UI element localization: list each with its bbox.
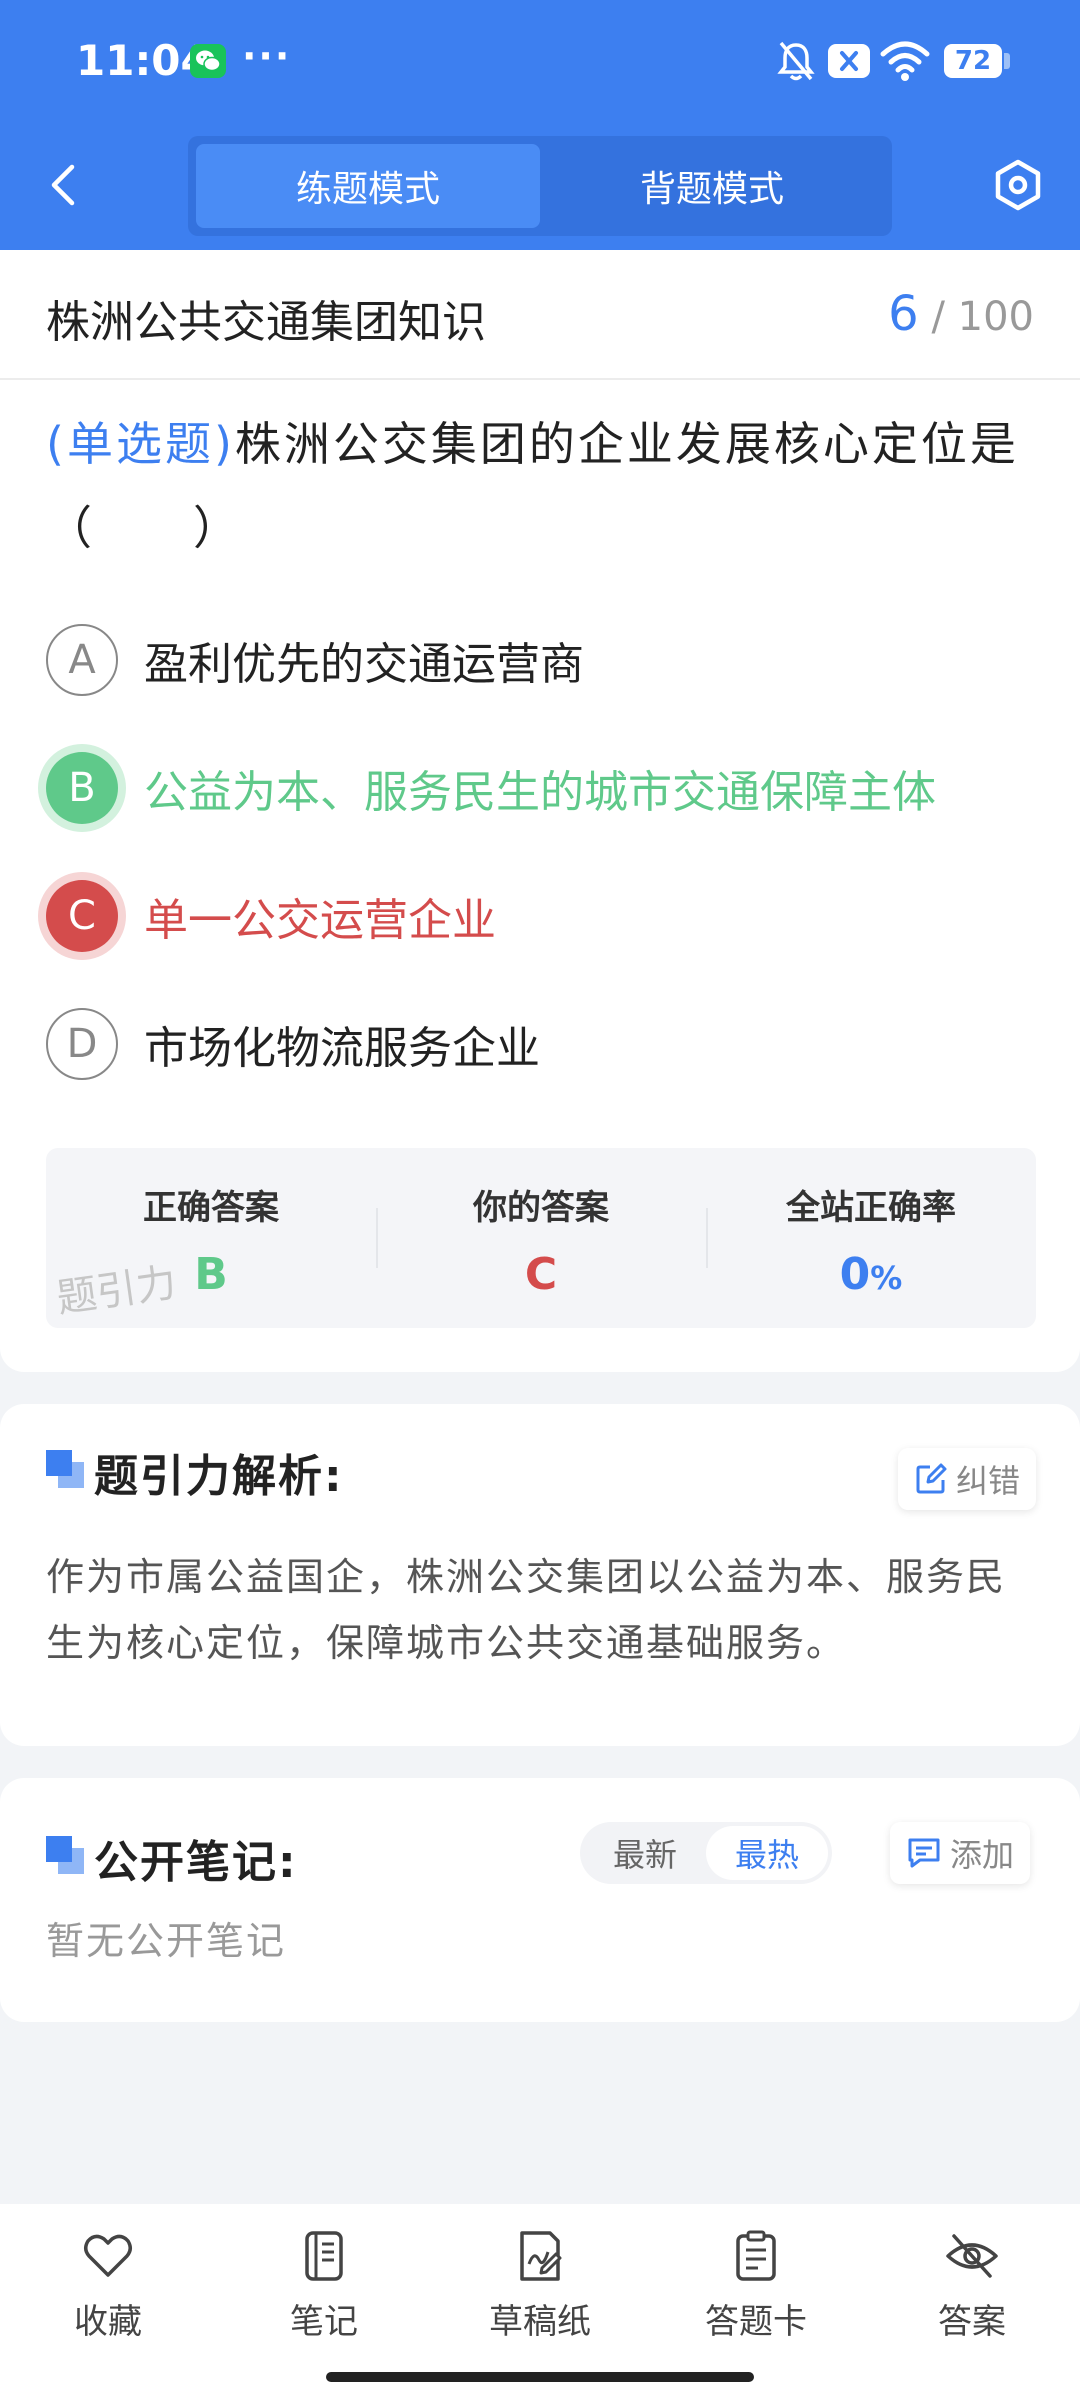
notes-title: 公开笔记: <box>94 1837 298 1888</box>
nav-label: 答题卡 <box>705 2302 807 2342</box>
option-letter: C <box>46 880 118 952</box>
battery-tip <box>1004 53 1010 69</box>
correct-answer-label: 正确答案 <box>143 1188 279 1228</box>
status-bar: 11:04 ··· 72 <box>0 0 1080 125</box>
progress-current: 6 <box>888 286 919 342</box>
home-indicator[interactable] <box>326 2372 754 2382</box>
option-text: 市场化物流服务企业 <box>144 1023 540 1074</box>
notebook-icon <box>305 2231 343 2281</box>
correct-answer: 正确答案 B 题引力 <box>46 1148 376 1328</box>
nav-label: 收藏 <box>74 2302 142 2342</box>
option-letter: D <box>46 1008 118 1080</box>
site-accuracy: 全站正确率 0% <box>706 1148 1036 1328</box>
topic-title: 株洲公共交通集团知识 <box>46 297 486 348</box>
battery-icon: 72 <box>944 44 1002 78</box>
option-d[interactable]: D 市场化物流服务企业 <box>46 1004 1036 1084</box>
heart-icon <box>84 2234 132 2277</box>
bell-off-icon <box>776 40 816 86</box>
sort-hottest[interactable]: 最热 <box>706 1826 828 1880</box>
nav-answer-card[interactable]: 答题卡 <box>648 2204 864 2400</box>
option-b[interactable]: B 公益为本、服务民生的城市交通保障主体 <box>46 748 1036 828</box>
tab-recite-mode[interactable]: 背题模式 <box>540 144 884 228</box>
mode-switch: 练题模式 背题模式 <box>188 136 892 236</box>
close-box-icon <box>828 44 870 78</box>
wechat-icon <box>190 44 226 78</box>
edit-icon <box>916 1463 947 1494</box>
watermark: 题引力 <box>53 1259 180 1323</box>
eye-off-icon <box>946 2234 998 2278</box>
nav-draft-paper[interactable]: 草稿纸 <box>432 2204 648 2400</box>
answer-summary: 正确答案 B 题引力 你的答案 C 全站正确率 0% <box>46 1148 1036 1328</box>
progress-total: 100 <box>957 294 1034 340</box>
site-accuracy-number: 0 <box>839 1249 871 1300</box>
option-a[interactable]: A 盈利优先的交通运营商 <box>46 620 1036 700</box>
nav-label: 笔记 <box>290 2302 358 2342</box>
question-card: 株洲公共交通集团知识 6 / 100 (单选题)株洲公交集团的企业发展核心定位是… <box>0 250 1080 1372</box>
question-type: (单选题) <box>46 417 235 471</box>
report-error-button[interactable]: 纠错 <box>898 1448 1037 1510</box>
nav-favorite[interactable]: 收藏 <box>0 2204 216 2400</box>
section-marker-icon <box>46 1450 84 1488</box>
back-button[interactable] <box>38 155 88 215</box>
add-note-button[interactable]: 添加 <box>890 1822 1031 1884</box>
app-header: 11:04 ··· 72 练题模式 背题模式 <box>0 0 1080 250</box>
wifi-icon <box>880 40 930 86</box>
sort-newest[interactable]: 最新 <box>584 1826 706 1880</box>
chevron-left-icon <box>51 164 75 206</box>
progress-separator: / <box>931 294 945 340</box>
option-text: 单一公交运营企业 <box>144 895 496 946</box>
option-c[interactable]: C 单一公交运营企业 <box>46 876 1036 956</box>
bottom-nav: 收藏 笔记 草稿纸 答题卡 答案 <box>0 2204 1080 2400</box>
notes-sort-toggle: 最新 最热 <box>580 1822 832 1884</box>
correct-answer-value: B <box>194 1249 228 1300</box>
nav-show-answer[interactable]: 答案 <box>864 2204 1080 2400</box>
add-note-label: 添加 <box>950 1836 1015 1874</box>
notes-empty-text: 暂无公开笔记 <box>46 1919 287 1963</box>
answer-card-icon <box>736 2230 776 2281</box>
nav-notes[interactable]: 笔记 <box>216 2204 432 2400</box>
analysis-card: 题引力解析: 纠错 作为市属公益国企，株洲公交集团以公益为本、服务民生为核心定位… <box>0 1404 1080 1746</box>
option-letter: A <box>46 624 118 696</box>
settings-button[interactable] <box>988 155 1048 215</box>
site-accuracy-label: 全站正确率 <box>786 1188 956 1228</box>
comment-icon <box>908 1838 940 1868</box>
tab-practice-mode[interactable]: 练题模式 <box>196 144 540 228</box>
topic-row: 株洲公共交通集团知识 6 / 100 <box>0 250 1080 380</box>
more-notifications-indicator: ··· <box>242 34 292 78</box>
public-notes-card: 公开笔记: 最新 最热 添加 暂无公开笔记 <box>0 1778 1080 2022</box>
site-accuracy-unit: % <box>870 1259 903 1297</box>
option-text: 公益为本、服务民生的城市交通保障主体 <box>144 767 936 818</box>
option-text: 盈利优先的交通运营商 <box>144 639 584 690</box>
draft-paper-icon <box>520 2231 562 2281</box>
site-accuracy-value: 0% <box>840 1249 903 1300</box>
hexagon-settings-icon <box>995 159 1041 211</box>
analysis-text: 作为市属公益国企，株洲公交集团以公益为本、服务民生为核心定位，保障城市公共交通基… <box>46 1555 1007 1665</box>
question-progress[interactable]: 6 / 100 <box>888 286 1034 342</box>
analysis-title: 题引力解析: <box>94 1451 344 1502</box>
your-answer-label: 你的答案 <box>473 1188 609 1228</box>
nav-label: 答案 <box>938 2302 1006 2342</box>
question-text: (单选题)株洲公交集团的企业发展核心定位是（ ） <box>46 402 1036 570</box>
section-marker-icon <box>46 1836 84 1874</box>
report-error-label: 纠错 <box>956 1462 1021 1500</box>
nav-label: 草稿纸 <box>489 2302 591 2342</box>
your-answer: 你的答案 C <box>376 1148 706 1328</box>
your-answer-value: C <box>524 1249 558 1300</box>
option-letter: B <box>46 752 118 824</box>
